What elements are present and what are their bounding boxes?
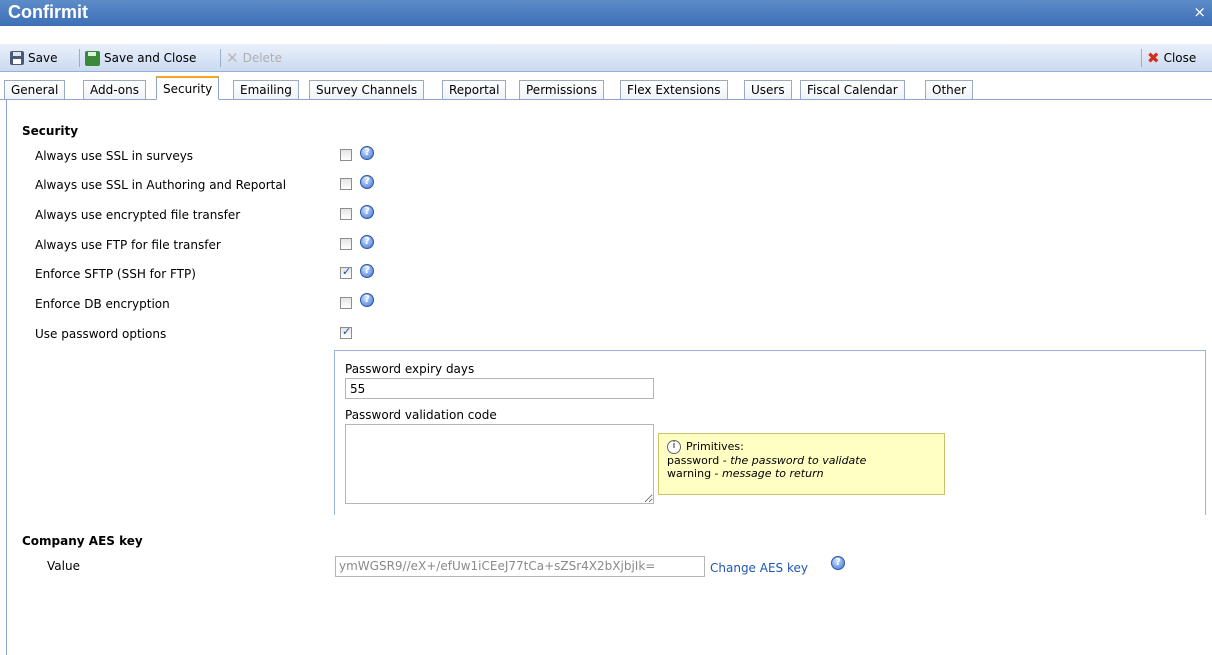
save-and-close-label: Save and Close — [104, 51, 197, 65]
checkbox-use-password-options[interactable] — [340, 325, 352, 339]
save-icon — [10, 51, 24, 65]
save-close-icon — [85, 50, 100, 66]
option-label-ssl-surveys: Always use SSL in surveys — [35, 149, 194, 163]
checkbox-ssl-authoring-reportal[interactable] — [340, 178, 352, 190]
tip-desc: message to return — [722, 467, 824, 480]
delete-button[interactable]: ✕ Delete — [226, 48, 282, 68]
change-aes-key-link[interactable]: Change AES key — [710, 561, 808, 575]
tab-strip: General Add-ons Security Emailing Survey… — [0, 74, 1212, 100]
help-icon[interactable]: ? — [360, 205, 374, 219]
tip-separator: - — [719, 454, 731, 467]
window-close-icon[interactable]: × — [1193, 3, 1206, 21]
tab-security[interactable]: Security — [156, 76, 220, 100]
password-validation-textarea[interactable] — [345, 424, 654, 504]
tab-survey-channels[interactable]: Survey Channels — [309, 80, 425, 99]
checkbox-ssl-surveys[interactable] — [340, 149, 352, 161]
info-icon: i — [667, 440, 681, 454]
close-label: Close — [1163, 51, 1197, 65]
save-and-close-button[interactable]: Save and Close — [85, 48, 196, 68]
password-expiry-label: Password expiry days — [345, 362, 475, 376]
tab-flex-extensions[interactable]: Flex Extensions — [620, 80, 728, 99]
checkbox-enforce-sftp[interactable] — [340, 265, 352, 279]
window-title: Confirmit — [8, 2, 88, 22]
tab-permissions[interactable]: Permissions — [519, 80, 604, 99]
option-label-ftp-file-transfer: Always use FTP for file transfer — [35, 238, 221, 252]
checkbox-ftp-file-transfer[interactable] — [340, 238, 352, 250]
tab-add-ons[interactable]: Add-ons — [83, 80, 146, 99]
window-titlebar: Confirmit × — [0, 0, 1212, 26]
save-button[interactable]: Save — [10, 48, 57, 68]
tab-users[interactable]: Users — [744, 80, 792, 99]
help-icon[interactable]: ? — [360, 293, 374, 307]
help-icon[interactable]: ? — [831, 556, 845, 570]
tip-title: Primitives: — [686, 440, 744, 453]
close-button[interactable]: ✖ Close — [1147, 48, 1196, 68]
option-label-enforce-sftp: Enforce SFTP (SSH for FTP) — [35, 267, 196, 281]
aes-value-field: ymWGSR9//eX+/efUw1iCEeJ77tCa+sZSr4X2bXjb… — [335, 556, 705, 577]
password-expiry-input[interactable] — [345, 378, 654, 399]
tip-key: warning — [667, 467, 712, 480]
tab-general[interactable]: General — [4, 80, 66, 99]
toolbar-separator — [79, 49, 80, 67]
option-label-use-password-options: Use password options — [35, 327, 167, 341]
aes-heading: Company AES key — [22, 534, 143, 548]
option-label-enforce-db-encryption: Enforce DB encryption — [35, 297, 170, 311]
tab-reportal[interactable]: Reportal — [442, 80, 507, 99]
aes-value-label: Value — [47, 559, 80, 573]
option-label-ssl-authoring-reportal: Always use SSL in Authoring and Reportal — [35, 178, 287, 192]
checkbox-enforce-db-encryption[interactable] — [340, 297, 352, 309]
primitives-tooltip: i Primitives: password - the password to … — [658, 433, 945, 495]
tip-separator: - — [711, 467, 723, 480]
toolbar: Save Save and Close ✕ Delete ✖ Close — [0, 44, 1212, 72]
help-icon[interactable]: ? — [360, 264, 374, 278]
option-label-encrypted-file-transfer: Always use encrypted file transfer — [35, 208, 241, 222]
tab-other[interactable]: Other — [925, 80, 974, 99]
delete-icon: ✕ — [226, 49, 239, 67]
checkbox-encrypted-file-transfer[interactable] — [340, 208, 352, 220]
tab-emailing[interactable]: Emailing — [233, 80, 299, 99]
toolbar-separator — [1141, 49, 1142, 67]
close-icon: ✖ — [1147, 49, 1160, 67]
tip-desc: the password to validate — [730, 454, 867, 467]
delete-label: Delete — [242, 51, 283, 65]
tab-fiscal-calendar[interactable]: Fiscal Calendar — [800, 80, 905, 99]
help-icon[interactable]: ? — [360, 235, 374, 249]
save-label: Save — [28, 51, 58, 65]
help-icon[interactable]: ? — [360, 146, 374, 160]
tip-key: password — [667, 454, 720, 467]
password-validation-label: Password validation code — [345, 408, 497, 422]
toolbar-separator — [220, 49, 221, 67]
security-heading: Security — [22, 124, 79, 138]
content-left-border — [6, 100, 7, 655]
help-icon[interactable]: ? — [360, 175, 374, 189]
